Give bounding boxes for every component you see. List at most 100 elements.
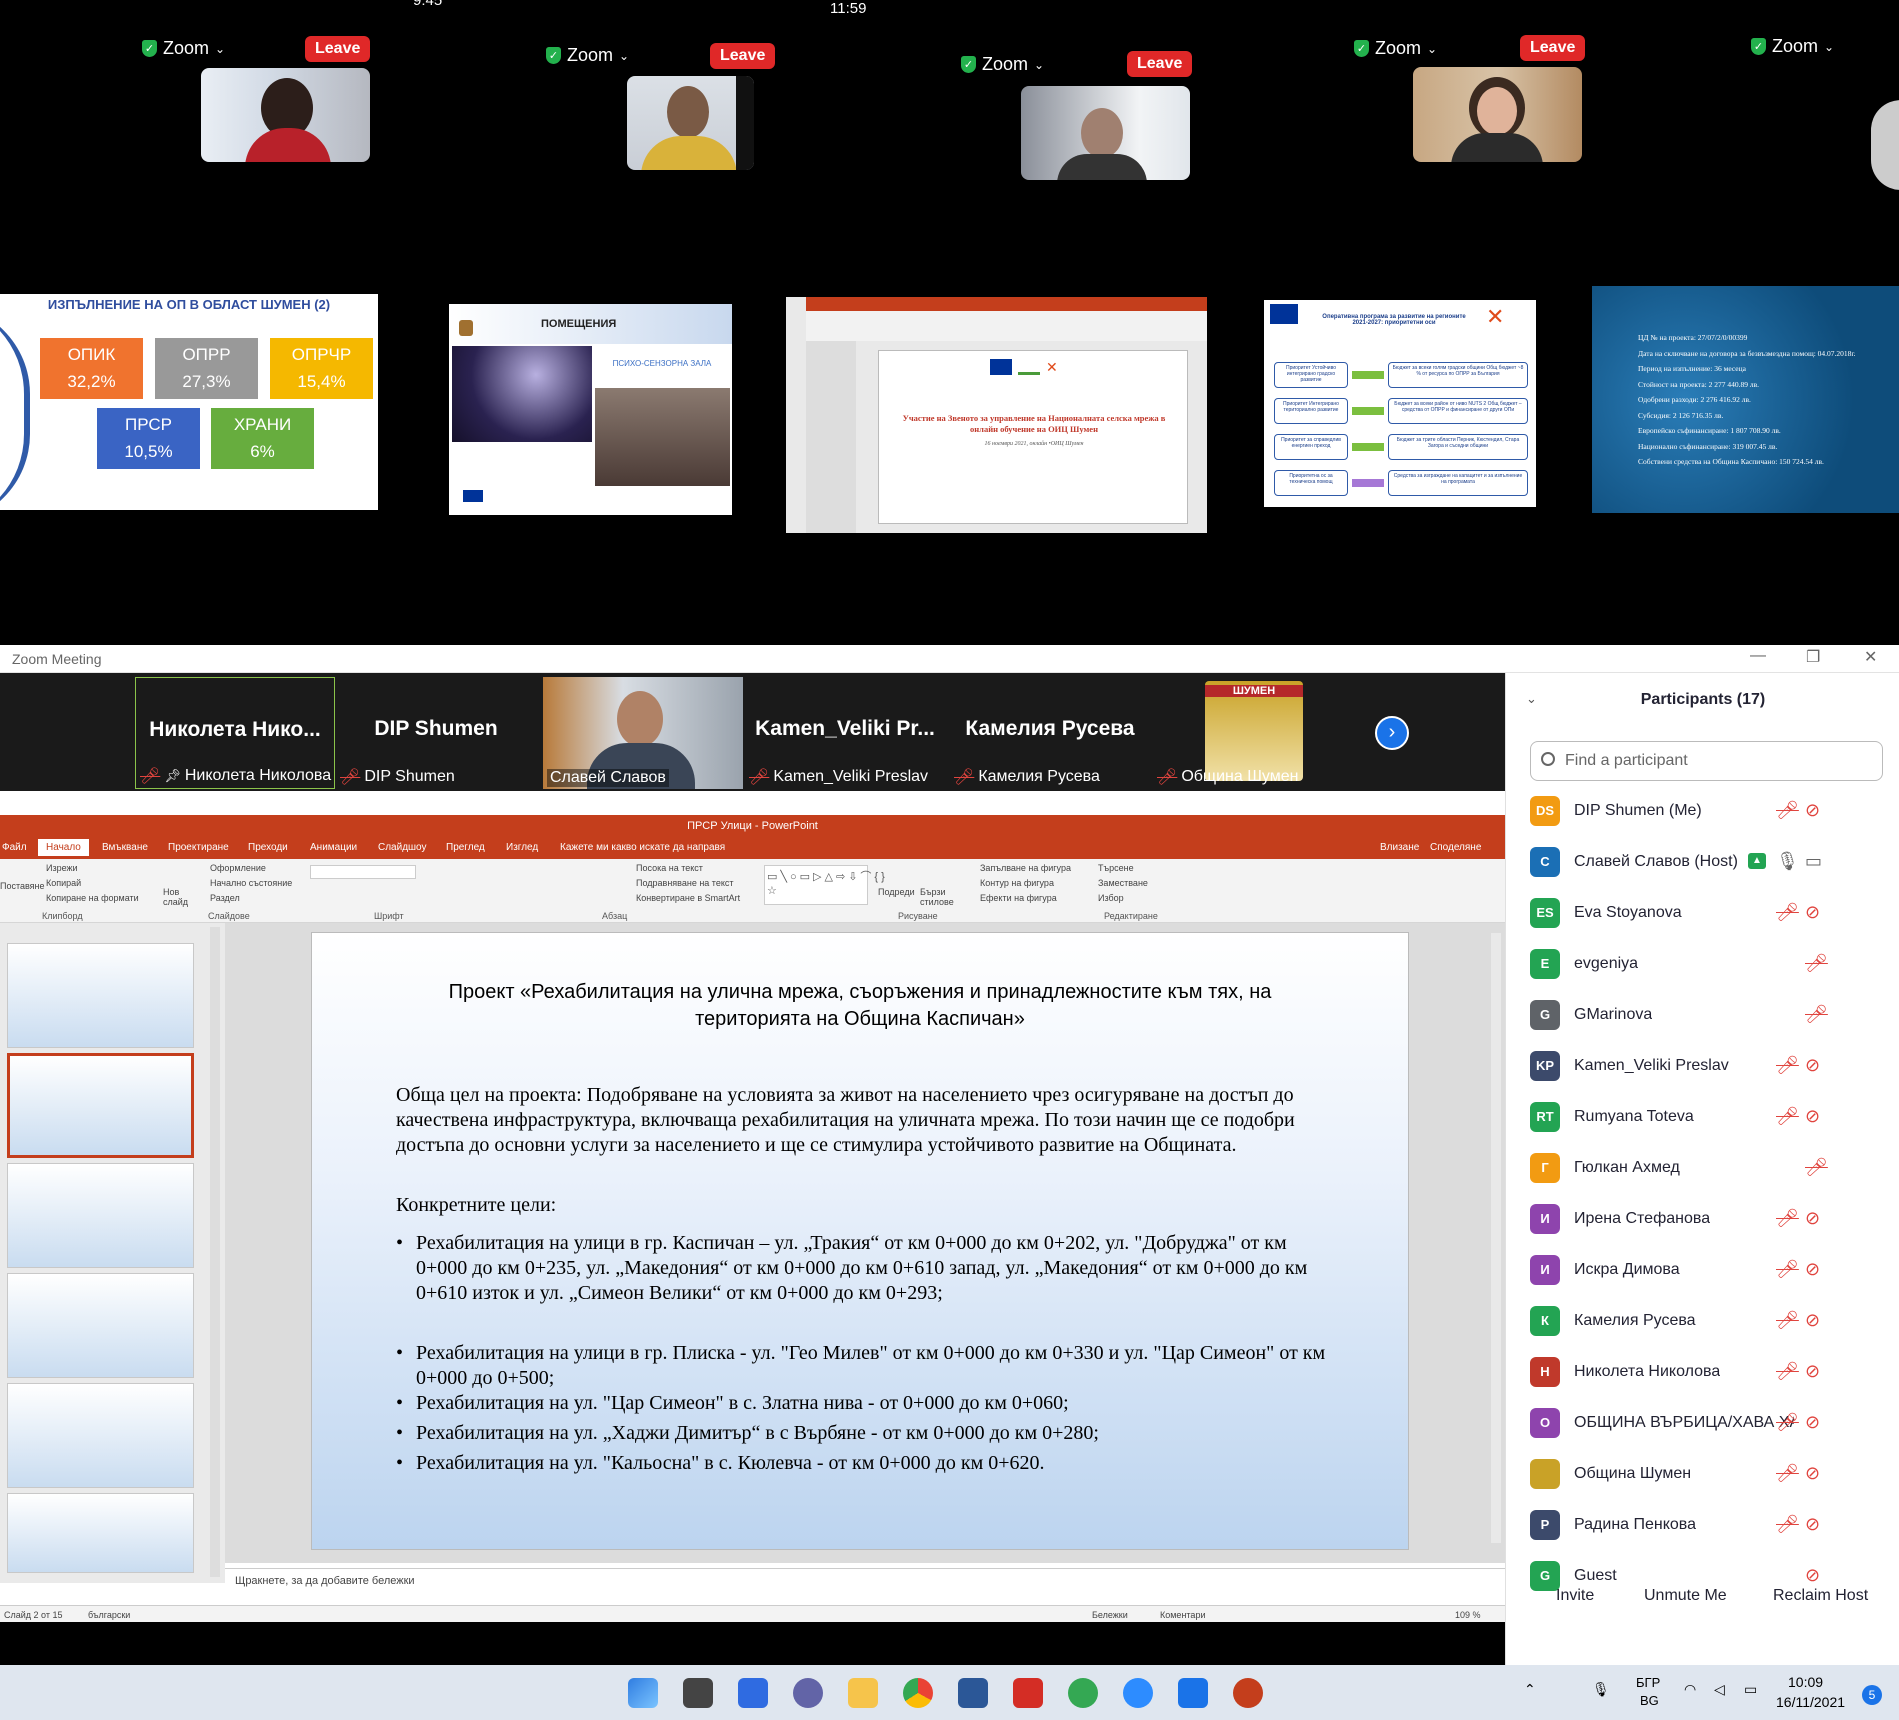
find-button[interactable]: Търсене — [1098, 863, 1134, 873]
mic-muted-icon[interactable]: 🎤︎ — [1776, 1412, 1799, 1433]
leave-button[interactable]: Leave — [1520, 35, 1586, 61]
mic-muted-icon[interactable]: 🎤︎ — [1776, 902, 1799, 923]
cut-button[interactable]: Изрежи — [46, 863, 78, 873]
ribbon-tab[interactable]: Файл — [2, 842, 27, 853]
widgets-icon[interactable] — [738, 1678, 768, 1708]
select-button[interactable]: Избор — [1098, 893, 1124, 903]
participant-row[interactable]: ES Eva Stoyanova 🎤︎ ⊘ — [1530, 892, 1880, 934]
participant-row[interactable]: К Камелия Русева 🎤︎ ⊘ — [1530, 1300, 1880, 1342]
task-view-icon[interactable] — [683, 1678, 713, 1708]
clock-time[interactable]: 10:09 — [1788, 1674, 1823, 1690]
participant-row[interactable]: И Искра Димова 🎤︎ ⊘ — [1530, 1249, 1880, 1291]
word-icon[interactable] — [958, 1678, 988, 1708]
leave-button[interactable]: Leave — [1127, 51, 1193, 77]
invite-button[interactable]: Invite — [1544, 1581, 1606, 1611]
slide-thumbnail[interactable] — [7, 1383, 194, 1488]
microphone-icon[interactable]: 🎙 — [1592, 1681, 1610, 1698]
mic-muted-icon[interactable]: 🎤︎ — [1776, 1208, 1799, 1229]
participant-row[interactable]: Eevgeniya 🎤︎ — [1530, 943, 1880, 985]
zoom-app-icon[interactable] — [1123, 1678, 1153, 1708]
copy-button[interactable]: Копирай — [46, 878, 81, 888]
current-slide[interactable]: Проект «Рехабилитация на улична мрежа, с… — [311, 932, 1409, 1550]
ribbon-tab[interactable]: Преглед — [446, 842, 485, 853]
camera-off-icon[interactable]: ⊘ — [1805, 1463, 1820, 1484]
notes-pane[interactable]: Щракнете, за да добавите бележки — [225, 1568, 1505, 1598]
restore-button[interactable]: ❐ — [1806, 647, 1820, 667]
participant-row[interactable]: KP Kamen_Veliki Preslav 🎤︎ ⊘ — [1530, 1045, 1880, 1087]
clock-date[interactable]: 16/11/2021 — [1776, 1694, 1845, 1710]
mic-muted-icon[interactable]: 🎤︎ — [1805, 953, 1828, 974]
shape-fill-button[interactable]: Запълване на фигура — [980, 863, 1071, 873]
input-language[interactable]: БГР — [1636, 1675, 1660, 1690]
participant-row[interactable]: С Славей Славов (Host) ▲ 🎙︎ ▭ — [1530, 841, 1880, 883]
reset-button[interactable]: Начално състояние — [210, 878, 292, 888]
section-button[interactable]: Раздел — [210, 893, 240, 903]
mic-muted-icon[interactable]: 🎤︎ — [1776, 1259, 1799, 1280]
arrange-button[interactable]: Подреди — [878, 887, 915, 897]
leave-button[interactable]: Leave — [710, 43, 776, 69]
video-tile[interactable]: Николета Нико... 🎤︎ 📌︎ Николета Николова — [135, 677, 335, 789]
participant-row[interactable]: DS DIP Shumen (Me) 🎤︎ ⊘ — [1530, 790, 1880, 832]
ribbon-tab[interactable]: Начало — [38, 839, 89, 856]
participant-row[interactable]: Р Радина Пенкова 🎤︎ ⊘ — [1530, 1504, 1880, 1546]
slide-thumbnail[interactable] — [7, 1493, 194, 1573]
wifi-icon[interactable]: ◠ — [1684, 1681, 1696, 1698]
camera-off-icon[interactable]: ⊘ — [1805, 1055, 1820, 1076]
file-explorer-icon[interactable] — [848, 1678, 878, 1708]
camera-off-icon[interactable]: ⊘ — [1805, 1310, 1820, 1331]
app-icon[interactable] — [1178, 1678, 1208, 1708]
tell-me-search[interactable]: Кажете ми какво искате да направя — [560, 842, 725, 853]
mic-muted-icon[interactable]: 🎤︎ — [1776, 1514, 1799, 1535]
format-painter-button[interactable]: Копиране на формати — [46, 893, 139, 903]
video-tile[interactable]: ШУМЕН 🎤︎ Община Шумен — [1153, 677, 1353, 789]
mic-muted-icon[interactable]: 🎤︎ — [1776, 1310, 1799, 1331]
zoom-encryption-menu[interactable]: ✓ Zoom ⌄ — [546, 45, 629, 66]
participant-row[interactable]: G GMarinova 🎤︎ — [1530, 994, 1880, 1036]
unmute-me-button[interactable]: Unmute Me — [1632, 1581, 1739, 1611]
camera-off-icon[interactable]: ⊘ — [1805, 1208, 1820, 1229]
video-tile[interactable]: Камелия Русева 🎤︎ Камелия Русева — [950, 677, 1150, 789]
minimize-button[interactable]: — — [1750, 647, 1766, 665]
participant-row[interactable]: Г Гюлкан Ахмед 🎤︎ — [1530, 1147, 1880, 1189]
ribbon-tab[interactable]: Проектиране — [168, 842, 229, 853]
zoom-encryption-menu[interactable]: ✓ Zoom ⌄ — [961, 54, 1044, 75]
video-tile[interactable]: DIP Shumen 🎤︎ DIP Shumen — [336, 677, 536, 789]
shape-effects-button[interactable]: Ефекти на фигура — [980, 893, 1057, 903]
video-tile[interactable]: Славей Славов — [543, 677, 743, 789]
new-slide-button[interactable]: Нов слайд — [163, 887, 191, 907]
input-language-code[interactable]: BG — [1640, 1693, 1659, 1708]
microphone-icon[interactable]: 🎙︎ — [1776, 851, 1799, 872]
slide-thumbnail[interactable] — [7, 1163, 194, 1268]
volume-icon[interactable]: ◁ — [1714, 1681, 1725, 1698]
camera-off-icon[interactable]: ⊘ — [1805, 1259, 1820, 1280]
mic-muted-icon[interactable]: 🎤︎ — [1805, 1157, 1828, 1178]
slide-thumbnail[interactable] — [7, 943, 194, 1048]
camera-icon[interactable]: ▭ — [1805, 851, 1822, 872]
ribbon-tab[interactable]: Анимации — [310, 842, 357, 853]
notes-toggle[interactable]: Бележки — [1092, 1610, 1128, 1620]
thumbnail-scrollbar[interactable] — [210, 927, 220, 1577]
zoom-encryption-menu[interactable]: ✓ Zoom ⌄ — [142, 38, 225, 59]
leave-button[interactable]: Leave — [305, 36, 371, 62]
mic-muted-icon[interactable]: 🎤︎ — [1776, 1463, 1799, 1484]
paste-button[interactable]: Поставяне — [0, 881, 45, 891]
align-text-button[interactable]: Подравняване на текст — [636, 878, 734, 888]
camera-off-icon[interactable]: ⊘ — [1805, 1514, 1820, 1535]
mic-muted-icon[interactable]: 🎤︎ — [1776, 800, 1799, 821]
chevron-up-icon[interactable]: ⌃ — [1524, 1681, 1536, 1698]
shape-outline-button[interactable]: Контур на фигура — [980, 878, 1054, 888]
mic-muted-icon[interactable]: 🎤︎ — [1805, 1004, 1828, 1025]
sign-in-link[interactable]: Влизане — [1380, 842, 1419, 853]
chrome-profile-icon[interactable] — [1068, 1678, 1098, 1708]
battery-icon[interactable]: ▭ — [1744, 1681, 1757, 1698]
participant-row[interactable]: И Ирена Стефанова 🎤︎ ⊘ — [1530, 1198, 1880, 1240]
ribbon-tab[interactable]: Слайдшоу — [378, 842, 427, 853]
participant-row[interactable]: RT Rumyana Toteva 🎤︎ ⊘ — [1530, 1096, 1880, 1138]
participant-row[interactable]: Н Николета Николова 🎤︎ ⊘ — [1530, 1351, 1880, 1393]
layout-button[interactable]: Оформление — [210, 863, 266, 873]
powerpoint-icon[interactable] — [1233, 1678, 1263, 1708]
zoom-level[interactable]: 109 % — [1455, 1610, 1481, 1620]
camera-off-icon[interactable]: ⊘ — [1805, 800, 1820, 821]
start-icon[interactable] — [628, 1678, 658, 1708]
next-page-button[interactable]: › — [1375, 716, 1409, 750]
